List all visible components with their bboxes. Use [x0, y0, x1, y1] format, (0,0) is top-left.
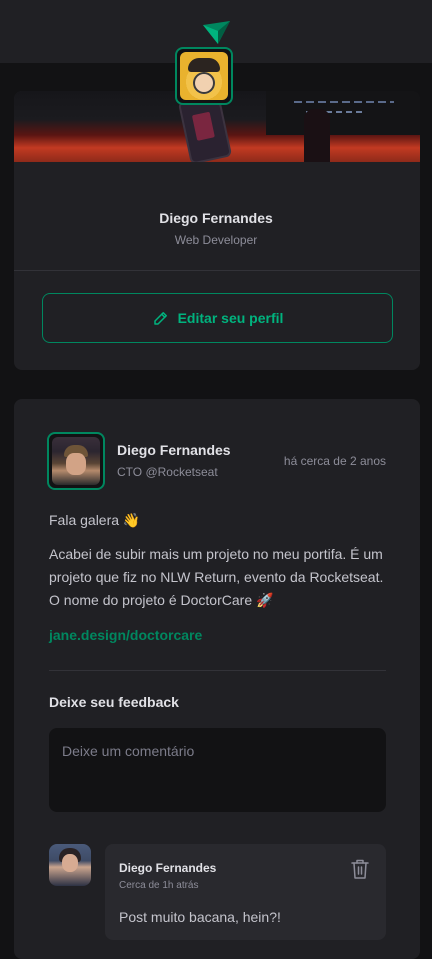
profile-role: Web Developer — [174, 233, 258, 247]
profile-divider — [14, 270, 420, 271]
comment-input[interactable] — [49, 728, 386, 812]
post-timestamp: há cerca de 2 anos — [283, 454, 386, 468]
comment-box — [105, 844, 386, 940]
post-author-name: Diego Fernandes — [117, 442, 231, 458]
post-divider — [49, 670, 386, 671]
edit-profile-label: Editar seu perfil — [177, 310, 284, 326]
profile-name: Diego Fernandes — [159, 210, 273, 226]
post-body: Acabei de subir mais um projeto no meu p… — [49, 546, 384, 608]
post-author-avatar[interactable] — [47, 432, 105, 490]
post-author-role: CTO @Rocketseat — [117, 465, 218, 479]
pencil-icon — [153, 312, 167, 325]
ignite-logo-icon — [203, 20, 230, 44]
post-greeting: Fala galera 👋 — [49, 512, 141, 528]
trash-icon — [351, 859, 369, 879]
comment-author-avatar[interactable] — [49, 844, 91, 886]
profile-avatar[interactable] — [175, 47, 233, 105]
comment-author-name: Diego Fernandes — [119, 861, 217, 875]
comment-text: Post muito bacana, hein?! — [119, 909, 281, 925]
edit-profile-button[interactable]: Editar seu perfil — [42, 293, 393, 343]
comment-timestamp: Cerca de 1h atrás — [119, 880, 199, 891]
delete-comment-button[interactable] — [350, 858, 370, 880]
feedback-title: Deixe seu feedback — [49, 694, 179, 710]
post-link[interactable]: jane.design/doctorcare — [49, 627, 202, 643]
